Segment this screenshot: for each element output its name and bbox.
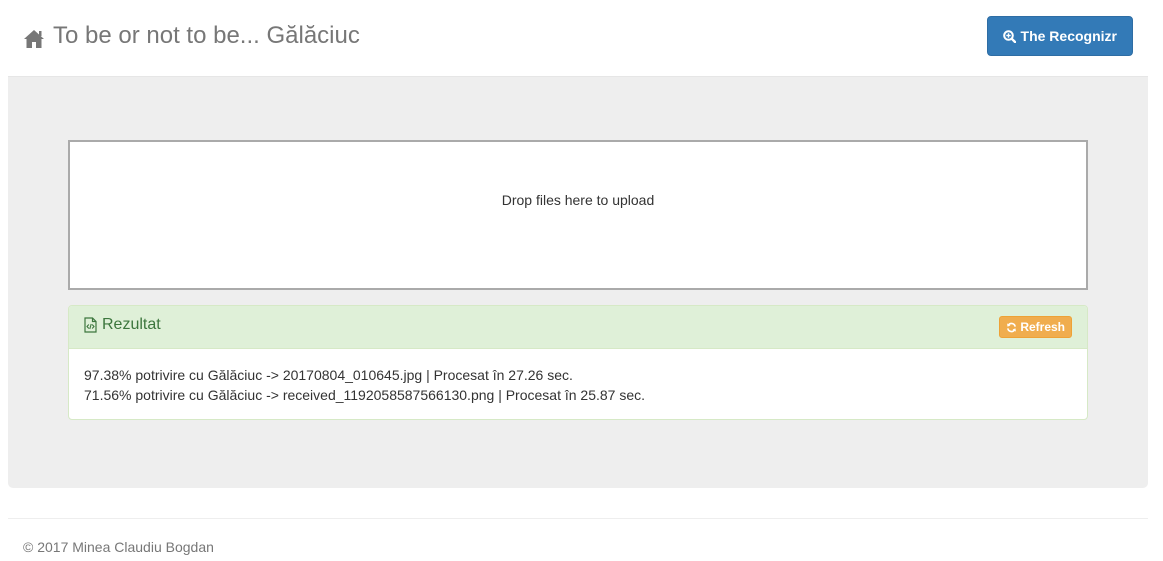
recognizr-button-label: The Recognizr xyxy=(1020,28,1117,44)
navbar: To be or not to be... Gălăciuc The Recog… xyxy=(8,0,1148,77)
results-panel-title: Rezultat xyxy=(84,316,161,334)
dropzone-message: Drop files here to upload xyxy=(501,192,655,208)
results-title-label: Rezultat xyxy=(102,316,161,333)
upload-dropzone[interactable]: Drop files here to upload xyxy=(68,140,1088,290)
result-line: 97.38% potrivire cu Gălăciuc -> 20170804… xyxy=(84,367,573,383)
code-file-icon xyxy=(84,317,97,333)
zoom-in-icon xyxy=(1002,29,1016,43)
main-container: Drop files here to upload Rezultat Refre… xyxy=(8,77,1148,488)
footer-divider xyxy=(8,518,1148,519)
footer-copyright: © 2017 Minea Claudiu Bogdan xyxy=(23,539,214,555)
refresh-button-label: Refresh xyxy=(1020,320,1065,334)
recognizr-button[interactable]: The Recognizr xyxy=(986,16,1133,56)
brand-title: To be or not to be... Gălăciuc xyxy=(53,22,360,49)
results-panel: Rezultat Refresh 97.38% potrivire cu Găl… xyxy=(68,305,1088,420)
brand-link[interactable]: To be or not to be... Gălăciuc xyxy=(23,20,360,52)
results-panel-body: 97.38% potrivire cu Gălăciuc -> 20170804… xyxy=(69,349,1087,419)
result-line: 71.56% potrivire cu Gălăciuc -> received… xyxy=(84,387,646,403)
home-icon xyxy=(23,26,45,48)
results-panel-heading: Rezultat Refresh xyxy=(69,306,1087,349)
refresh-icon xyxy=(1006,322,1017,333)
refresh-button[interactable]: Refresh xyxy=(999,316,1072,338)
